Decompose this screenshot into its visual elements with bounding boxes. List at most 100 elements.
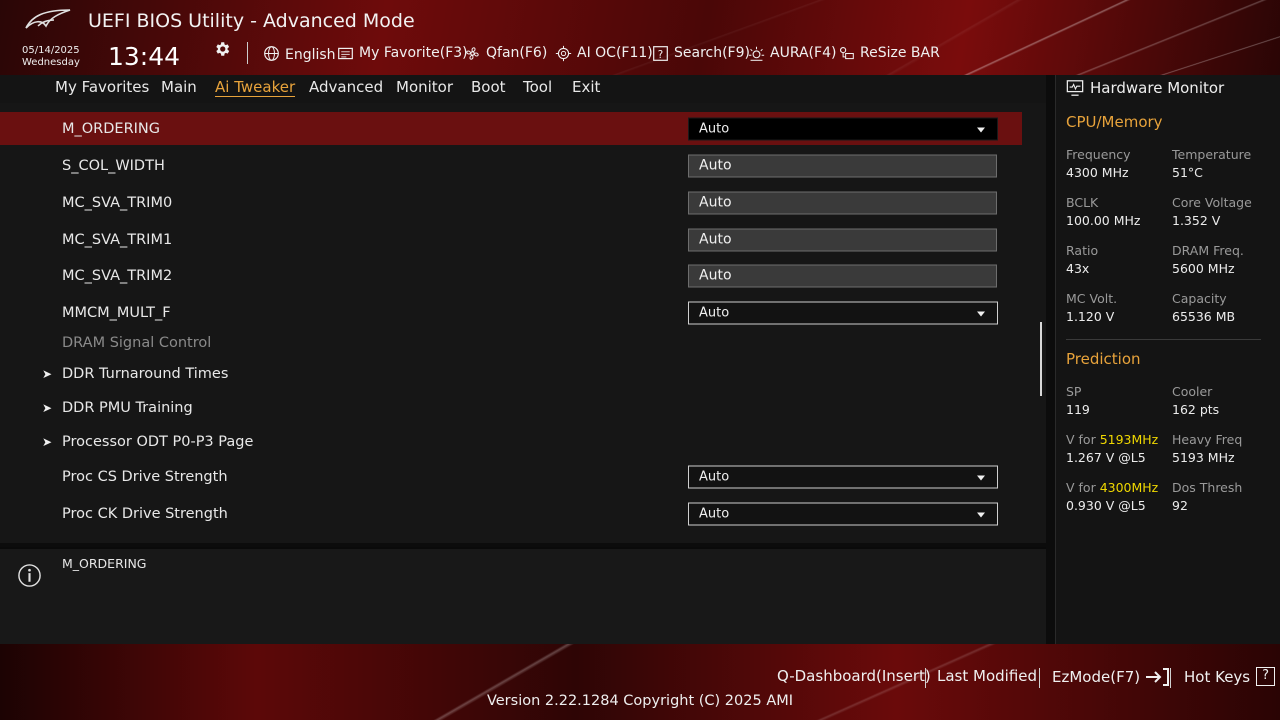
dos-thresh-label: Dos Thresh (1172, 480, 1243, 495)
ezmode-button[interactable]: EzMode(F7) (1052, 667, 1170, 687)
search-label: Search(F9) (674, 45, 750, 61)
hardware-monitor-header: Hardware Monitor (1066, 79, 1224, 97)
tab-ai-tweaker[interactable]: Ai Tweaker (215, 78, 296, 97)
setting-row-mc-sva-trim2[interactable]: MC_SVA_TRIM2 Auto (0, 259, 1022, 293)
dram-freq-label: DRAM Freq. (1172, 243, 1244, 258)
section-label: DRAM Signal Control (62, 335, 212, 351)
monitor-icon (1066, 80, 1084, 96)
language-label: English (285, 47, 336, 63)
exit-to-ezmode-icon (1146, 668, 1170, 686)
chevron-down-icon (977, 311, 985, 317)
submenu-arrow-icon: ➤ (42, 435, 53, 449)
main-tabs: My Favorites Main Ai Tweaker Advanced Mo… (0, 75, 1046, 103)
submenu-processor-odt[interactable]: ➤ Processor ODT P0-P3 Page (0, 425, 1022, 459)
hardware-monitor-title: Hardware Monitor (1090, 79, 1225, 97)
dropdown-value: Auto (699, 121, 730, 136)
v-for-current-label: V for 4300MHz (1066, 480, 1158, 495)
weekday-text: Wednesday (22, 57, 80, 68)
dropdown-value: Auto (699, 305, 730, 321)
tab-main[interactable]: Main (161, 78, 197, 96)
mc-sva-trim2-field[interactable]: Auto (688, 264, 997, 288)
setting-row-proc-cs-drive[interactable]: Proc CS Drive Strength Auto (0, 460, 1022, 494)
bclk-label: BCLK (1066, 195, 1099, 210)
qfan-button[interactable]: Qfan(F6) (464, 42, 547, 64)
submenu-arrow-icon: ➤ (42, 401, 53, 415)
heavy-freq-value: 5193 MHz (1172, 450, 1235, 465)
setting-row-mc-sva-trim0[interactable]: MC_SVA_TRIM0 Auto (0, 186, 1022, 220)
mc-volt-value: 1.120 V (1066, 309, 1115, 324)
setting-row-proc-ck-drive[interactable]: Proc CK Drive Strength Auto (0, 497, 1022, 531)
clock[interactable]: 13:44 (108, 42, 180, 71)
ai-oc-button[interactable]: AI OC(F11) (555, 42, 653, 64)
last-modified-button[interactable]: Last Modified (937, 667, 1037, 685)
q-dashboard-button[interactable]: Q-Dashboard(Insert) (777, 667, 931, 685)
submenu-label: Processor ODT P0-P3 Page (62, 434, 254, 450)
tab-exit[interactable]: Exit (572, 78, 600, 96)
tab-boot[interactable]: Boot (471, 78, 506, 96)
submenu-ddr-pmu-training[interactable]: ➤ DDR PMU Training (0, 391, 1022, 425)
temperature-value: 51°C (1172, 165, 1203, 180)
help-icon: ? (1256, 667, 1276, 686)
s-col-width-field[interactable]: Auto (688, 154, 997, 178)
chevron-down-icon (977, 127, 985, 132)
footer-divider (1170, 668, 1171, 688)
date-text: 05/14/2025 (22, 45, 80, 56)
resize-bar-label: ReSize BAR (860, 45, 940, 61)
ratio-value: 43x (1066, 261, 1090, 276)
v-for-prefix: V for (1066, 480, 1100, 495)
core-voltage-label: Core Voltage (1172, 195, 1252, 210)
setting-row-mc-sva-trim1[interactable]: MC_SVA_TRIM1 Auto (0, 223, 1022, 257)
capacity-label: Capacity (1172, 291, 1227, 306)
ezmode-label: EzMode(F7) (1052, 668, 1141, 686)
footer-bar: Q-Dashboard(Insert) Last Modified EzMode… (0, 644, 1280, 720)
sp-label: SP (1066, 384, 1082, 399)
hardware-monitor-panel: Hardware Monitor CPU/Memory Frequency 43… (1055, 75, 1280, 644)
setting-label: M_ORDERING (62, 120, 161, 137)
tab-monitor[interactable]: Monitor (396, 78, 453, 96)
mc-sva-trim1-field[interactable]: Auto (688, 228, 997, 252)
v-for-heavy-label: V for 5193MHz (1066, 432, 1158, 447)
title-bar: UEFI BIOS Utility - Advanced Mode 05/14/… (0, 0, 1280, 75)
setting-row-s-col-width[interactable]: S_COL_WIDTH Auto (0, 149, 1022, 183)
setting-label: MMCM_MULT_F (62, 305, 171, 321)
prediction-section-title: Prediction (1066, 350, 1141, 368)
core-voltage-value: 1.352 V (1172, 213, 1221, 228)
hot-keys-label: Hot Keys (1184, 667, 1251, 686)
app-title: UEFI BIOS Utility - Advanced Mode (88, 10, 415, 32)
rog-logo-icon (25, 9, 71, 29)
setting-label: Proc CK Drive Strength (62, 506, 228, 522)
setting-row-m-ordering[interactable]: M_ORDERING Auto (0, 112, 1022, 145)
search-button[interactable]: ? Search(F9) (652, 42, 750, 64)
svg-text:?: ? (658, 49, 663, 60)
proc-ck-drive-dropdown[interactable]: Auto (688, 502, 998, 526)
section-divider (1066, 339, 1261, 340)
v-for-prefix: V for (1066, 432, 1100, 447)
qfan-label: Qfan(F6) (486, 45, 548, 61)
footer-divider (925, 668, 926, 688)
submenu-ddr-turnaround-times[interactable]: ➤ DDR Turnaround Times (0, 357, 1022, 391)
submenu-label: DDR PMU Training (62, 400, 193, 416)
proc-cs-drive-dropdown[interactable]: Auto (688, 465, 998, 489)
dram-freq-value: 5600 MHz (1172, 261, 1235, 276)
tab-tool[interactable]: Tool (523, 78, 552, 96)
tab-advanced[interactable]: Advanced (309, 78, 383, 96)
setting-row-mmcm-mult-f[interactable]: MMCM_MULT_F Auto (0, 296, 1022, 330)
aura-label: AURA(F4) (770, 45, 837, 61)
dropdown-value: Auto (699, 506, 730, 522)
sp-value: 119 (1066, 402, 1090, 417)
language-button[interactable]: English (263, 42, 336, 64)
info-icon (18, 564, 41, 587)
hot-keys-button[interactable]: Hot Keys ? (1184, 667, 1276, 686)
resize-bar-button[interactable]: ReSize BAR (838, 42, 940, 64)
m-ordering-dropdown[interactable]: Auto (688, 117, 998, 140)
aura-button[interactable]: AURA(F4) (748, 42, 836, 64)
mmcm-mult-f-dropdown[interactable]: Auto (688, 301, 998, 325)
scrollbar-thumb[interactable] (1040, 322, 1042, 396)
cpu-memory-section-title: CPU/Memory (1066, 113, 1163, 131)
my-favorite-button[interactable]: My Favorite(F3) (337, 42, 468, 64)
temperature-label: Temperature (1172, 147, 1252, 162)
version-text: Version 2.22.1284 Copyright (C) 2025 AMI (486, 693, 794, 709)
gear-icon[interactable] (213, 40, 231, 58)
tab-my-favorites[interactable]: My Favorites (55, 78, 149, 96)
mc-sva-trim0-field[interactable]: Auto (688, 191, 997, 215)
